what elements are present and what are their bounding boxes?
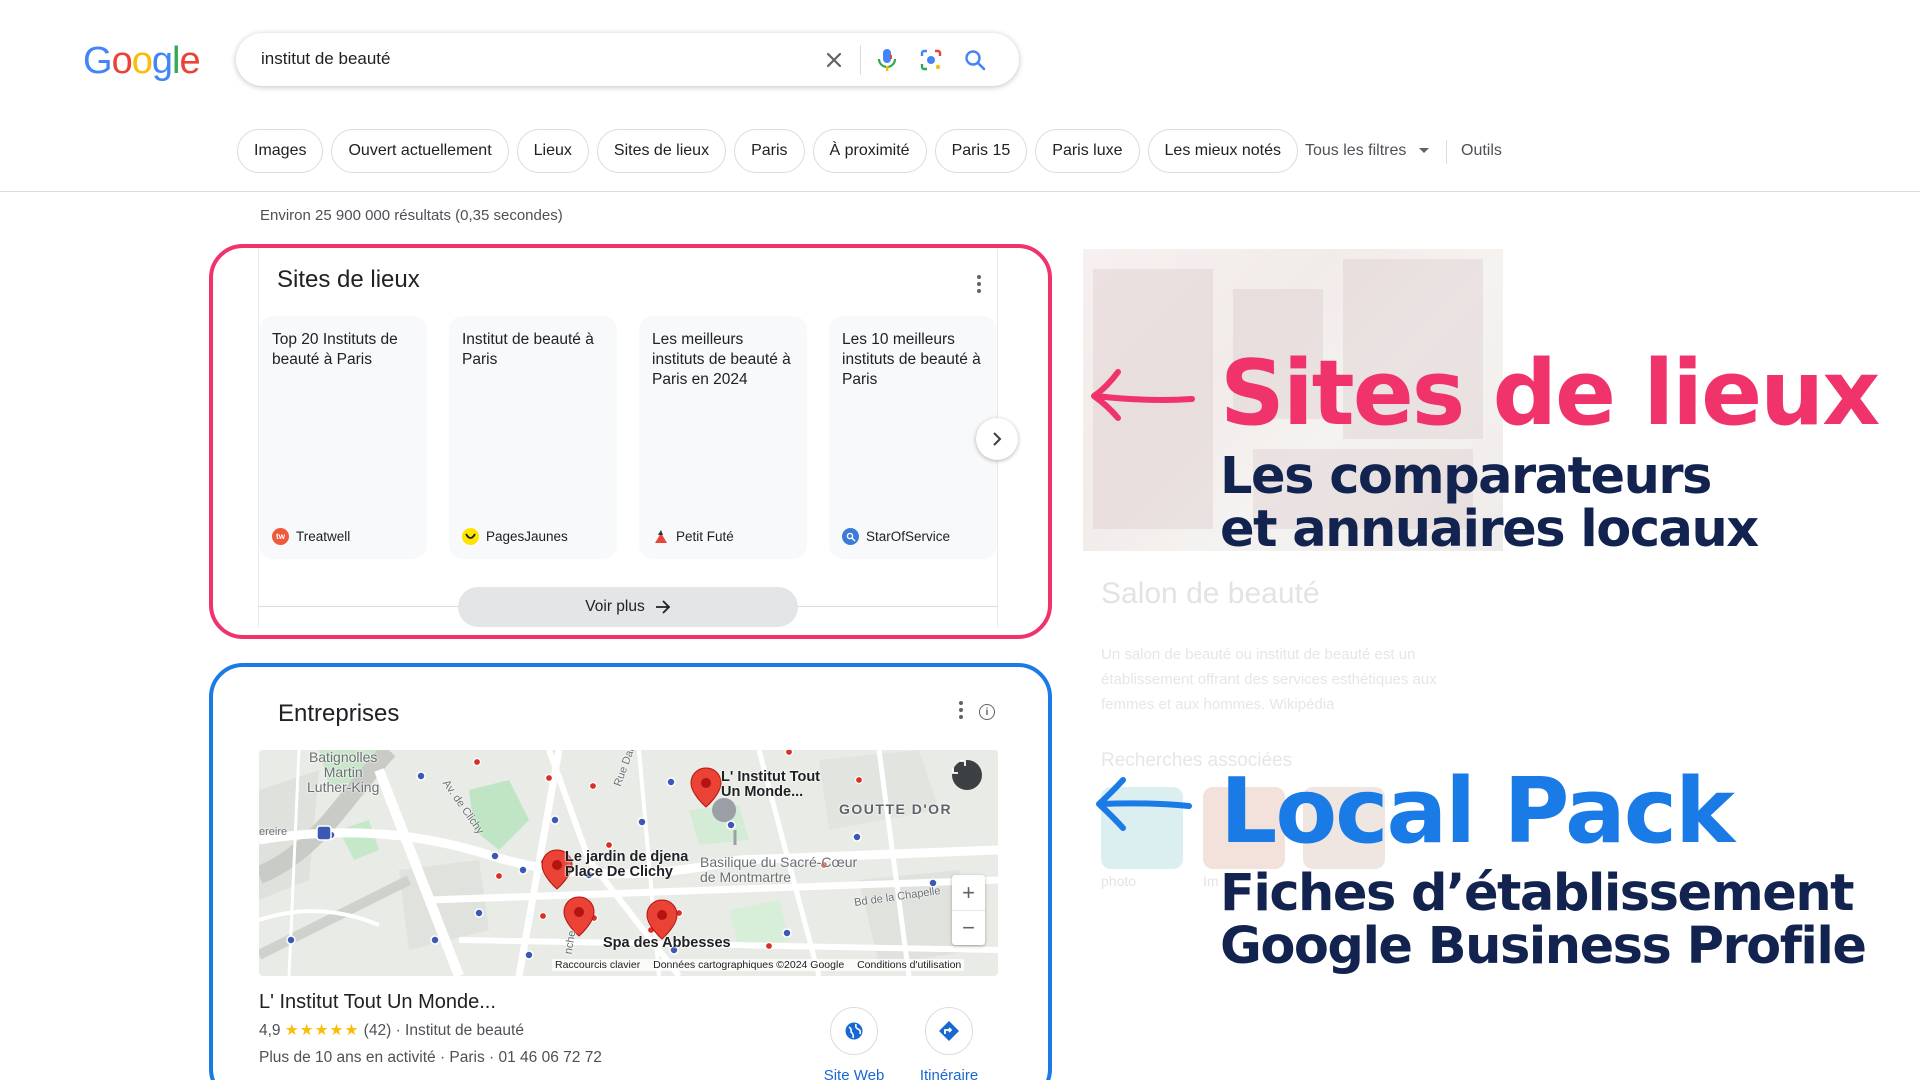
annotation-local-line1: Fiches d’établissement: [1220, 864, 1855, 923]
annotation-sites-line1: Les comparateurs: [1220, 447, 1712, 506]
knowledge-panel-description: Un salon de beauté ou institut de beauté…: [1101, 646, 1437, 713]
chip-ouvert-actuellement[interactable]: Ouvert actuellement: [331, 129, 509, 173]
search-divider: [860, 44, 861, 75]
arrow-left-icon: [1096, 777, 1192, 831]
annotation-local-line2: Google Business Profile: [1220, 917, 1867, 976]
chip-sites-de-lieux[interactable]: Sites de lieux: [596, 129, 727, 173]
mic-icon[interactable]: [865, 43, 909, 76]
local-pack-highlight-frame: [209, 663, 1052, 1080]
tools-divider: [1446, 140, 1447, 164]
chip-lieux[interactable]: Lieux: [516, 129, 589, 173]
annotation-local-title: Local Pack: [1220, 759, 1735, 864]
logo-letter: g: [151, 40, 173, 82]
arrow-left-icon: [1091, 369, 1195, 421]
logo-letter: o: [131, 40, 153, 82]
chip-images[interactable]: Images: [237, 129, 324, 173]
logo-letter: l: [171, 40, 181, 82]
logo-letter: o: [111, 40, 133, 82]
close-icon[interactable]: [812, 43, 856, 76]
results-stats: Environ 25 900 000 résultats (0,35 secon…: [260, 207, 563, 224]
logo-letter: G: [83, 40, 113, 82]
chip-paris-15[interactable]: Paris 15: [934, 129, 1028, 173]
header-divider: [0, 191, 1920, 192]
tools-label: Outils: [1461, 142, 1502, 159]
related-thumb-label: Im: [1203, 873, 1219, 889]
chip-paris-luxe[interactable]: Paris luxe: [1035, 129, 1140, 173]
all-filters-button[interactable]: Tous les filtres: [1305, 129, 1430, 173]
sites-de-lieux-highlight-frame: [209, 244, 1052, 639]
search-bar[interactable]: institut de beauté: [236, 33, 1019, 86]
annotation-sites-title: Sites de lieux: [1220, 341, 1880, 446]
related-thumb-label: photo: [1101, 873, 1137, 889]
chip-paris[interactable]: Paris: [734, 129, 805, 173]
logo-letter: e: [179, 40, 200, 82]
search-input[interactable]: institut de beauté: [261, 49, 390, 69]
filter-chips: Images Ouvert actuellement Lieux Sites d…: [237, 129, 1299, 173]
search-icon[interactable]: [953, 43, 997, 76]
google-logo[interactable]: Google: [83, 40, 201, 83]
chip-les-mieux-notes[interactable]: Les mieux notés: [1147, 129, 1299, 173]
lens-icon[interactable]: [909, 43, 953, 76]
annotation-sites-line2: et annuaires locaux: [1220, 500, 1759, 559]
all-filters-label: Tous les filtres: [1305, 142, 1407, 159]
caret-down-icon: [1419, 148, 1430, 153]
chip-a-proximite[interactable]: À proximité: [812, 129, 927, 173]
knowledge-panel-title: Salon de beauté: [1101, 577, 1320, 610]
tools-button[interactable]: Outils: [1461, 129, 1502, 173]
